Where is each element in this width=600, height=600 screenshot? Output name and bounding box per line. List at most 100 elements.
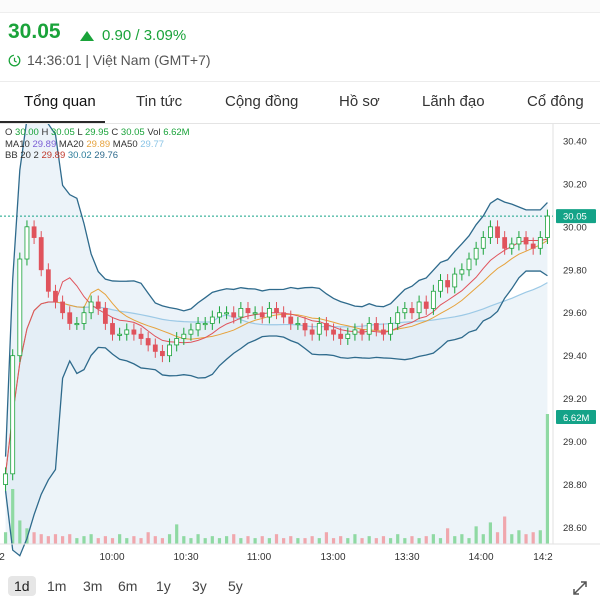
volume-bar <box>324 532 329 544</box>
candle-body <box>231 312 237 318</box>
volume-tag-label: 6.62M <box>563 413 589 424</box>
volume-bar <box>488 522 492 544</box>
volume-bar <box>232 534 236 544</box>
period-1d[interactable]: 1d <box>8 576 36 596</box>
time-tick-label: 14:2 <box>533 552 553 563</box>
candle-body <box>388 323 393 335</box>
volume-bar <box>545 414 550 544</box>
candle-body <box>316 323 322 335</box>
volume-bar <box>53 534 58 544</box>
candle-body <box>252 312 258 315</box>
candle-body <box>516 237 522 245</box>
ma50-label: MA50 <box>112 138 138 150</box>
candle-body <box>523 237 529 245</box>
candle-body <box>152 344 158 352</box>
tab-ho-so[interactable]: Hồ sơ <box>339 93 380 110</box>
candle-body <box>423 301 429 309</box>
volume-bar <box>517 530 521 544</box>
period-1m[interactable]: 1m <box>47 578 66 594</box>
candle-body <box>181 333 187 339</box>
volume-bar <box>396 534 400 544</box>
candle-body <box>452 273 458 288</box>
volume-bar <box>495 532 500 544</box>
low-value: 29.95 <box>84 127 109 138</box>
candle-body <box>195 323 201 331</box>
volume-bar <box>353 534 357 544</box>
volume-bar <box>3 532 8 544</box>
volume-bar <box>410 536 414 544</box>
candle-body <box>466 258 472 271</box>
tab-lanh-dao[interactable]: Lãnh đạo <box>422 93 485 110</box>
volume-bar <box>481 534 485 544</box>
tab-cong-dong[interactable]: Cộng đồng <box>225 93 298 110</box>
volume-value: 6.62M <box>163 127 190 138</box>
candle-body <box>324 323 329 331</box>
volume-bar <box>75 538 79 544</box>
volume-bar <box>260 536 264 544</box>
candle-body <box>167 344 172 357</box>
tab-co-dong[interactable]: Cổ đông <box>527 93 584 110</box>
candle-body <box>430 290 436 309</box>
period-selector: 1d 1m 3m 6m 1y 3y 5y <box>0 574 600 600</box>
bb-lower-value: 29.89 <box>41 150 66 161</box>
period-3m[interactable]: 3m <box>83 578 102 594</box>
volume-bar <box>310 536 314 544</box>
candle-body <box>124 329 130 335</box>
candle-body <box>281 312 287 318</box>
candle-body <box>17 258 23 357</box>
ma10-value: 29.89 <box>32 138 57 150</box>
tab-tin-tuc[interactable]: Tin tức <box>136 93 182 110</box>
candle-body <box>395 312 401 324</box>
volume-bar <box>503 516 507 544</box>
price-tick-label: 29.60 <box>563 308 587 319</box>
period-1y[interactable]: 1y <box>156 578 171 594</box>
bb-mid-value: 30.02 <box>67 150 92 161</box>
expand-icon[interactable] <box>572 580 588 596</box>
low-label: L <box>77 127 83 138</box>
volume-bar <box>160 538 165 544</box>
candle-body <box>38 237 44 271</box>
price-tick-label: 29.20 <box>563 394 587 405</box>
volume-bar <box>32 532 36 544</box>
candle-body <box>345 333 351 339</box>
volume-bar <box>303 538 307 544</box>
period-3y[interactable]: 3y <box>192 578 207 594</box>
candle-body <box>45 269 51 292</box>
period-5y[interactable]: 5y <box>228 578 243 594</box>
high-value: 30.05 <box>50 127 75 138</box>
price-tick-label: 29.80 <box>563 265 587 276</box>
candle-body <box>160 350 165 357</box>
price-tick-label: 28.60 <box>563 523 587 534</box>
volume-bar <box>82 536 86 544</box>
chart-legend: O 30.00 H 30.05 L 29.95 C 30.05 Vol 6.62… <box>5 127 190 162</box>
volume-bar <box>175 524 179 544</box>
volume-bar <box>68 534 72 544</box>
last-price-tag-label: 30.05 <box>563 212 587 223</box>
candle-body <box>495 226 500 238</box>
volume-bar <box>210 536 214 544</box>
volume-bar <box>110 538 115 544</box>
candle-body <box>445 280 451 288</box>
volume-bar <box>203 538 207 544</box>
time-tick-label: 2 <box>0 552 5 563</box>
price-tick-label: 30.00 <box>563 222 587 233</box>
candle-body <box>309 329 315 335</box>
period-6m[interactable]: 6m <box>118 578 137 594</box>
volume-bar <box>39 534 43 544</box>
volume-bar <box>538 530 542 544</box>
volume-bar <box>531 532 535 544</box>
volume-bar <box>18 520 22 544</box>
candle-body <box>10 355 16 475</box>
volume-bar <box>453 536 457 544</box>
candle-body <box>209 316 215 324</box>
tab-tong-quan[interactable]: Tổng quan <box>24 93 96 110</box>
volume-bar <box>196 534 200 544</box>
volume-bar <box>274 534 279 544</box>
last-update: 14:36:01 | Việt Nam (GMT+7) <box>8 52 211 68</box>
volume-bar <box>296 538 300 544</box>
volume-bar <box>46 536 50 544</box>
price-chart[interactable]: 30.40 30.20 30.00 29.80 29.60 29.40 29.20 29.00… <box>0 124 600 574</box>
candle-body <box>117 333 123 336</box>
price-change: 0.90 / 3.09% <box>80 27 186 44</box>
time-tick-label: 13:30 <box>394 552 419 563</box>
